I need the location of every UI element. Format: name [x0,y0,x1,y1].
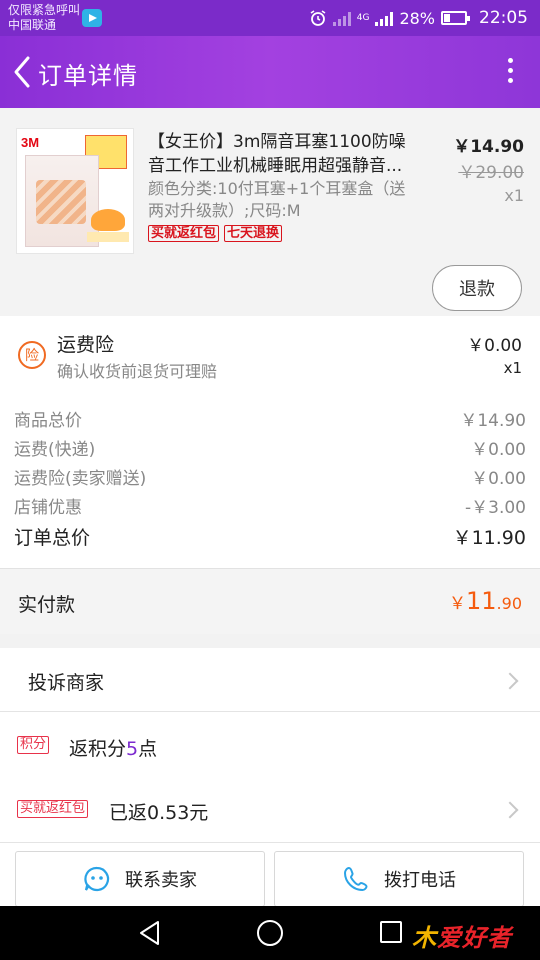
chevron-right-icon [501,801,519,819]
page-title: 订单详情 [38,62,138,90]
system-nav-bar: 木爱好者 [0,906,540,960]
order-links: 投诉商家 积分 返积分5点 买就返红包 已返0.53元 [0,648,540,842]
points-text: 返积分5点 [69,734,157,761]
chevron-right-icon [501,672,519,690]
contact-seller-button[interactable]: 联系卖家 [15,851,265,907]
more-vertical-icon[interactable] [506,58,514,86]
paid-amount-row: 实付款 ￥11.90 [0,568,540,634]
paid-label: 实付款 [18,594,76,616]
product-quantity: x1 [504,186,524,205]
video-app-icon [82,9,102,27]
contact-seller-label: 联系卖家 [125,870,197,891]
product-tags: 买就返红包 七天退换 [148,225,283,242]
insurance-title: 运费险 [57,334,115,356]
insurance-subtitle: 确认收货前退货可理赔 [57,362,218,381]
points-value: 5 [126,738,139,760]
network-type: 4G [356,12,370,23]
chat-face-icon [84,866,110,892]
battery-percent: 28% [399,8,435,28]
summary-row: 店铺优惠 -￥3.00 [14,493,526,519]
points-prefix: 返积分 [69,738,127,760]
product-thumbnail[interactable]: 3M [16,128,134,254]
order-total-row: 订单总价 ￥11.90 [14,523,526,549]
summary-value: ￥0.00 [471,469,526,489]
carrier-line1: 仅限紧急呼叫 [8,3,81,17]
paid-amount: ￥11.90 [449,587,522,615]
order-total-value: ￥11.90 [452,527,526,549]
site-watermark: 木爱好者 [412,924,512,952]
earplug-case [91,209,125,231]
call-button[interactable]: 拨打电话 [274,851,524,907]
bottom-actions: 联系卖家 拨打电话 [0,842,540,907]
battery-icon [441,11,470,25]
summary-row: 商品总价 ￥14.90 [14,406,526,432]
phone-icon [343,866,368,892]
product-spec: 颜色分类:10付耳塞+1个耳塞盒（送两对升级款）;尺码:M [148,179,406,220]
product-price: ￥14.90 [453,137,524,157]
summary-value: ￥0.00 [471,440,526,460]
signal-1-icon [332,10,351,26]
carrier-info: 仅限紧急呼叫 中国联通 [8,3,80,33]
summary-label: 运费(快递) [14,440,96,460]
nav-back-icon[interactable] [138,920,162,946]
clock: 22:05 [479,8,528,28]
alarm-icon [310,10,326,26]
tag-return: 七天退换 [224,225,283,242]
status-icons: 4G 28% 22:05 [309,7,528,29]
product-item[interactable]: 3M 【女王价】3m隔音耳塞1100防噪音工作工业机械睡眠用超强静音... 颜色… [0,108,540,316]
nav-recent-icon[interactable] [380,921,402,943]
insurance-price: ￥0.00 [467,336,522,356]
paid-integer: 11 [466,587,497,615]
summary-value: ￥14.90 [460,411,526,431]
insurance-icon: 险 [18,341,46,369]
chevron-left-icon[interactable] [8,54,36,90]
refund-button[interactable]: 退款 [432,265,522,311]
points-item: 积分 返积分5点 [0,712,540,778]
paid-currency: ￥ [449,594,466,614]
nav-home-icon[interactable] [257,920,283,946]
watermark-text: 爱好者 [437,924,512,952]
status-bar: 仅限紧急呼叫 中国联通 4G 28% 22:05 [0,0,540,36]
product-original-price: ￥29.00 [458,163,524,183]
summary-value: -￥3.00 [465,498,526,518]
case-label [87,232,129,242]
redpack-text: 已返0.53元 [109,802,209,824]
tag-redpack: 买就返红包 [148,225,220,242]
summary-label: 商品总价 [14,411,82,431]
signal-2-icon [375,10,394,26]
product-title[interactable]: 【女王价】3m隔音耳塞1100防噪音工作工业机械睡眠用超强静音... [148,130,420,178]
summary-row: 运费险(卖家赠送) ￥0.00 [14,464,526,490]
redpack-item[interactable]: 买就返红包 已返0.53元 [0,778,540,842]
order-total-label: 订单总价 [14,527,91,549]
call-label: 拨打电话 [384,870,456,891]
brand-logo: 3M [21,135,40,150]
order-summary: 险 运费险 确认收货前退货可理赔 ￥0.00 x1 商品总价 ￥14.90 运费… [0,316,540,568]
points-suffix: 点 [138,738,158,760]
paid-decimal: .90 [496,594,522,613]
points-badge: 积分 [17,736,50,754]
complain-label: 投诉商家 [28,672,105,694]
app-header: 订单详情 [0,36,540,108]
insurance-quantity: x1 [503,359,522,377]
summary-label: 店铺优惠 [14,498,82,518]
carrier-line2: 中国联通 [8,18,57,32]
redpack-badge: 买就返红包 [17,800,89,818]
complain-seller-item[interactable]: 投诉商家 [0,648,540,712]
summary-row: 运费(快递) ￥0.00 [14,435,526,461]
summary-label: 运费险(卖家赠送) [14,469,147,489]
